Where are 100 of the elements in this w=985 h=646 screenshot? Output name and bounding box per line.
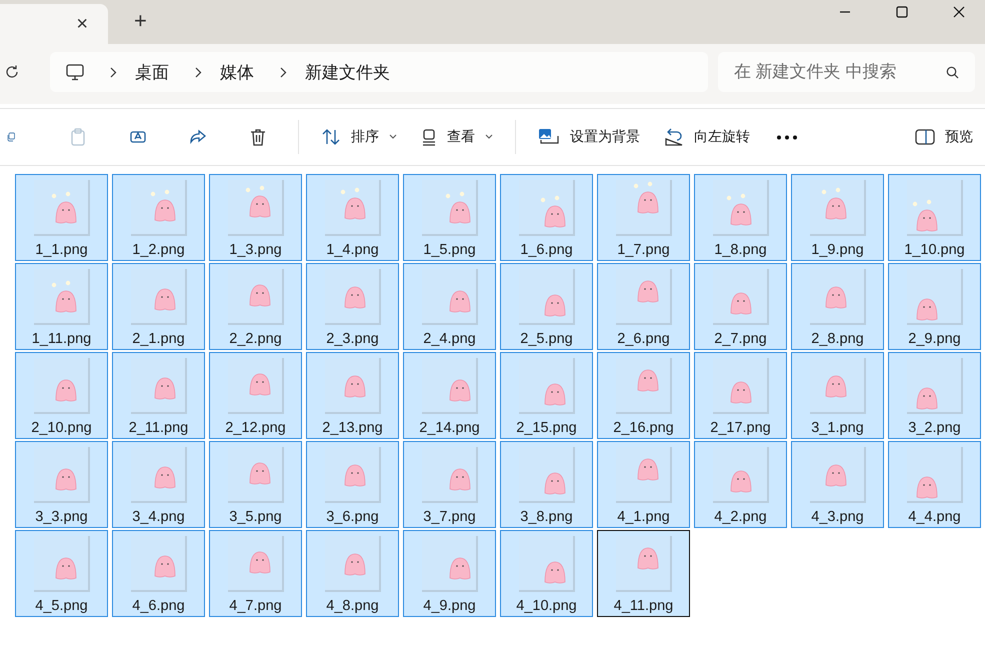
file-item[interactable]: 2_8.png [791,263,884,350]
file-name: 2_1.png [132,331,185,347]
file-name: 1_1.png [35,242,88,258]
file-name: 1_8.png [714,242,767,258]
file-item[interactable]: 4_4.png [888,441,981,528]
sort-icon [321,128,341,146]
file-name: 4_4.png [908,509,961,525]
file-name: 1_7.png [617,242,670,258]
maximize-icon[interactable] [896,6,908,18]
file-name: 2_17.png [710,420,771,436]
file-name: 1_10.png [904,242,965,258]
file-name: 4_6.png [132,598,185,614]
file-item[interactable]: 1_5.png [403,174,496,261]
file-item[interactable]: 1_10.png [888,174,981,261]
preview-pane-icon [915,129,935,145]
file-item[interactable]: 4_5.png [15,530,108,617]
file-item[interactable]: 2_12.png [209,352,302,439]
file-item[interactable]: 4_9.png [403,530,496,617]
file-item[interactable]: 2_14.png [403,352,496,439]
file-item[interactable]: 2_1.png [112,263,205,350]
file-item[interactable]: 2_6.png [597,263,690,350]
file-name: 2_11.png [128,420,188,436]
file-name: 2_6.png [617,331,670,347]
breadcrumb-item[interactable]: 媒体 [220,60,254,84]
preview-button[interactable]: 预览 [903,117,985,157]
file-name: 2_3.png [326,331,379,347]
file-name: 4_2.png [714,509,767,525]
file-name: 2_15.png [516,420,577,436]
file-item[interactable]: 4_7.png [209,530,302,617]
refresh-icon[interactable] [4,64,20,80]
file-name: 2_13.png [322,420,383,436]
file-item[interactable]: 3_1.png [791,352,884,439]
chevron-icon [280,66,287,78]
file-item[interactable]: 2_17.png [694,352,787,439]
chevron-icon [195,66,202,78]
file-item[interactable]: 2_3.png [306,263,399,350]
file-item[interactable]: 3_5.png [209,441,302,528]
file-item[interactable]: 2_13.png [306,352,399,439]
file-item[interactable]: 1_2.png [112,174,205,261]
file-item[interactable]: 3_6.png [306,441,399,528]
file-item[interactable]: 4_1.png [597,441,690,528]
file-item[interactable]: 2_10.png [15,352,108,439]
tab-close-button[interactable]: × [72,12,92,36]
file-item[interactable]: 4_8.png [306,530,399,617]
file-item[interactable]: 3_3.png [15,441,108,528]
file-item[interactable]: 1_8.png [694,174,787,261]
search-field[interactable]: 在 新建文件夹 中搜索 [718,52,975,92]
chevron-icon [110,66,117,78]
monitor-icon [66,64,84,80]
file-name: 3_1.png [811,420,864,436]
file-name: 2_14.png [419,420,480,436]
set-background-button[interactable]: 设置为背景 [526,117,652,157]
file-item[interactable]: 4_6.png [112,530,205,617]
file-item[interactable]: 2_2.png [209,263,302,350]
breadcrumb-item[interactable]: 新建文件夹 [305,60,390,84]
file-name: 3_4.png [132,509,185,525]
address-bar[interactable]: 桌面 媒体 新建文件夹 [50,52,708,92]
sort-menu-button[interactable]: 排序 [309,117,409,157]
new-tab-button[interactable]: + [128,4,153,38]
file-name: 2_2.png [229,331,282,347]
browser-tab[interactable]: × [0,4,108,44]
file-item[interactable]: 4_11.png [597,530,690,617]
file-item[interactable]: 4_3.png [791,441,884,528]
file-item[interactable]: 2_11.png [112,352,205,439]
file-item[interactable]: 2_5.png [500,263,593,350]
file-item[interactable]: 3_8.png [500,441,593,528]
file-item[interactable]: 2_15.png [500,352,593,439]
file-item[interactable]: 1_7.png [597,174,690,261]
file-name: 1_5.png [423,242,476,258]
file-item[interactable]: 4_2.png [694,441,787,528]
view-icon [421,128,437,146]
close-icon[interactable] [953,6,965,18]
file-name: 4_11.png [614,598,674,614]
file-item[interactable]: 3_4.png [112,441,205,528]
file-item[interactable]: 3_2.png [888,352,981,439]
file-item[interactable]: 2_16.png [597,352,690,439]
search-icon [946,66,959,79]
file-item[interactable]: 1_3.png [209,174,302,261]
file-item[interactable]: 1_1.png [15,174,108,261]
file-name: 1_11.png [32,331,92,347]
rotate-icon [664,128,684,146]
file-name: 2_9.png [908,331,961,347]
caret-icon [389,134,397,140]
file-item[interactable]: 2_9.png [888,263,981,350]
view-menu-button[interactable]: 查看 [409,117,505,157]
file-name: 4_10.png [516,598,577,614]
file-item[interactable]: 2_4.png [403,263,496,350]
file-item[interactable]: 1_9.png [791,174,884,261]
file-item[interactable]: 1_4.png [306,174,399,261]
file-name: 3_6.png [326,509,379,525]
file-name: 2_10.png [31,420,92,436]
file-item[interactable]: 1_6.png [500,174,593,261]
breadcrumb-item[interactable]: 桌面 [135,60,169,84]
file-item[interactable]: 2_7.png [694,263,787,350]
rotate-left-button[interactable]: 向左旋转 [652,117,762,157]
file-name: 1_2.png [132,242,185,258]
file-item[interactable]: 3_7.png [403,441,496,528]
file-item[interactable]: 1_11.png [15,263,108,350]
trash-icon [248,127,268,147]
file-item[interactable]: 4_10.png [500,530,593,617]
